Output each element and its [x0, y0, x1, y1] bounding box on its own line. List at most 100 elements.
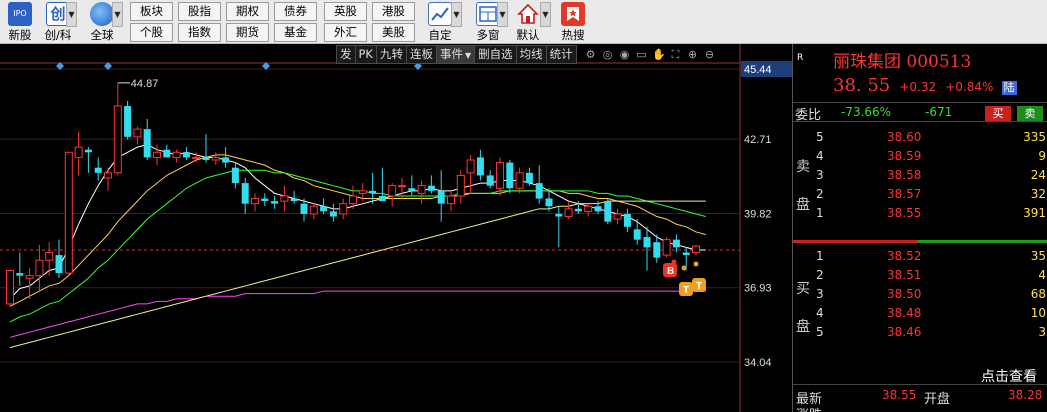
message-icon[interactable]: ▭ [635, 48, 648, 61]
hot-search-button[interactable]: 热搜 [557, 0, 589, 44]
kline-chart-area[interactable]: 45.44 42.71 39.82 36.93 34.04 44.87 B T T [0, 44, 792, 412]
hand-icon[interactable]: ✋ [652, 48, 666, 61]
price-change-pct: +0.84% [945, 80, 994, 94]
us-stocks-button[interactable]: 美股 [372, 23, 415, 42]
r-button[interactable]: R [797, 52, 807, 64]
bonds-button[interactable]: 债券 [274, 2, 317, 21]
eye-icon[interactable]: ◉ [618, 48, 631, 61]
chart-tool-events[interactable]: 事件 ▼ [435, 45, 476, 64]
bid-row[interactable]: 2 38.51 4 [793, 266, 1047, 285]
uk-stocks-button[interactable]: 英股 [324, 2, 367, 21]
target-icon[interactable]: ◎ [601, 48, 614, 61]
stock-index-button[interactable]: 股指 [178, 2, 221, 21]
candle-body [271, 201, 279, 204]
candle-body [192, 156, 201, 159]
candle-body [84, 149, 92, 153]
ask-price: 38.58 [887, 168, 922, 182]
sell-button[interactable]: 卖 [1017, 106, 1043, 121]
candle-body [231, 167, 239, 184]
chart-toolbar: 发 PK 九转 连板 事件 ▼ 删自选 均线 统计 [336, 45, 577, 64]
hk-stocks-button[interactable]: 港股 [372, 2, 415, 21]
candle-body [447, 195, 455, 205]
candle-body [653, 242, 661, 258]
bid-row[interactable]: 4 38.48 10 [793, 304, 1047, 323]
bid-price: 38.52 [887, 249, 922, 263]
chart-icon-bar: ⚙ ◎ ◉ ▭ ✋ ⛶ ⊕ ⊖ [584, 48, 716, 61]
candle-body [437, 190, 445, 204]
settings-icon[interactable]: ⚙ [584, 48, 597, 61]
home-icon [516, 2, 540, 26]
chart-tool-lianban[interactable]: 连板 [405, 45, 437, 64]
candle-body [55, 255, 63, 274]
ma-line [9, 154, 706, 307]
bid-row[interactable]: 3 38.50 68 [793, 285, 1047, 304]
ask-price: 38.57 [887, 187, 922, 201]
multi-window-dropdown[interactable]: ▼ [497, 2, 508, 27]
y-tick-label: 42.71 [744, 134, 772, 146]
candle-body [466, 159, 475, 174]
ask-row[interactable]: 4 38.59 9 [793, 147, 1047, 166]
candle-body [672, 239, 680, 248]
ask-row[interactable]: 3 38.58 24 [793, 166, 1047, 185]
candle-body [309, 205, 318, 215]
main-toolbar: IPO 新股 创 创/科 ▼ 全球 ▼ 板块 股指 期权 债券 英股 港股 个股… [0, 0, 1047, 44]
chart-tool-remove-watchlist[interactable]: 删自选 [474, 45, 517, 64]
ask-row[interactable]: 1 38.55 391 [793, 204, 1047, 223]
ask-row[interactable]: 5 38.60 335 [793, 128, 1047, 147]
ask-price: 38.55 [887, 206, 922, 220]
kline-chart[interactable]: 45.4442.7139.8236.9334.0444.87BT T [0, 44, 792, 412]
candle-body [35, 259, 44, 277]
candle-body [280, 195, 289, 202]
candle-body [486, 175, 494, 186]
candle-body [398, 185, 406, 188]
events-dropdown-icon: ▼ [464, 51, 472, 60]
latest-value: 38.55 [882, 388, 917, 402]
y-tick-label: 36.93 [744, 283, 772, 295]
bid-row[interactable]: 5 38.46 3 [793, 323, 1047, 342]
candle-body [104, 172, 112, 179]
zoom-in-icon[interactable]: ⊕ [686, 48, 699, 61]
candle-body [222, 157, 230, 163]
new-stock-button[interactable]: IPO 新股 [4, 0, 36, 44]
index-button[interactable]: 指数 [178, 23, 221, 42]
individual-stock-button[interactable]: 个股 [130, 23, 173, 42]
zoom-out-icon[interactable]: ⊖ [703, 48, 716, 61]
ask-row[interactable]: 2 38.57 32 [793, 185, 1047, 204]
chart-tool-fa[interactable]: 发 [336, 45, 356, 64]
stock-connect-badge: 陆 [1001, 81, 1017, 95]
chuang-ke-dropdown[interactable]: ▼ [66, 2, 77, 27]
bid-level: 3 [816, 287, 824, 301]
chart-tool-pk[interactable]: PK [354, 45, 377, 64]
sector-button[interactable]: 板块 [130, 2, 173, 21]
chart-tool-jiuzhuan[interactable]: 九转 [375, 45, 407, 64]
bid-row[interactable]: 1 38.52 35 [793, 247, 1047, 266]
ma-line [9, 200, 706, 349]
ask-level: 5 [816, 130, 824, 144]
candle-body [613, 213, 622, 220]
ask-level: 3 [816, 168, 824, 182]
futures-button[interactable]: 期货 [226, 23, 269, 42]
custom-dropdown[interactable]: ▼ [451, 2, 462, 27]
y-tick-label: 45.44 [744, 64, 772, 76]
weibi-ratio: -73.66% [841, 105, 892, 119]
candle-body [692, 245, 700, 254]
buy-button[interactable]: 买 [985, 106, 1011, 121]
ask-price: 38.60 [887, 130, 922, 144]
default-dropdown[interactable]: ▼ [540, 2, 551, 27]
global-dropdown[interactable]: ▼ [112, 2, 123, 27]
candle-body [6, 270, 14, 305]
options-button[interactable]: 期权 [226, 2, 269, 21]
forex-button[interactable]: 外汇 [324, 23, 367, 42]
ask-level: 4 [816, 149, 824, 163]
click-view-link[interactable]: 点击查看 [981, 366, 1037, 386]
chart-tool-stats[interactable]: 统计 [545, 45, 577, 64]
candle-body [261, 198, 269, 202]
funds-button[interactable]: 基金 [274, 23, 317, 42]
bid-ask-divider-green [918, 240, 1047, 243]
candle-body [604, 201, 612, 222]
trade-signal-label: T [683, 285, 689, 296]
expand-icon[interactable]: ⛶ [669, 48, 682, 61]
chart-tool-ma[interactable]: 均线 [515, 45, 547, 64]
candle-body [662, 239, 671, 256]
last-price: 38. 55 [833, 75, 891, 96]
